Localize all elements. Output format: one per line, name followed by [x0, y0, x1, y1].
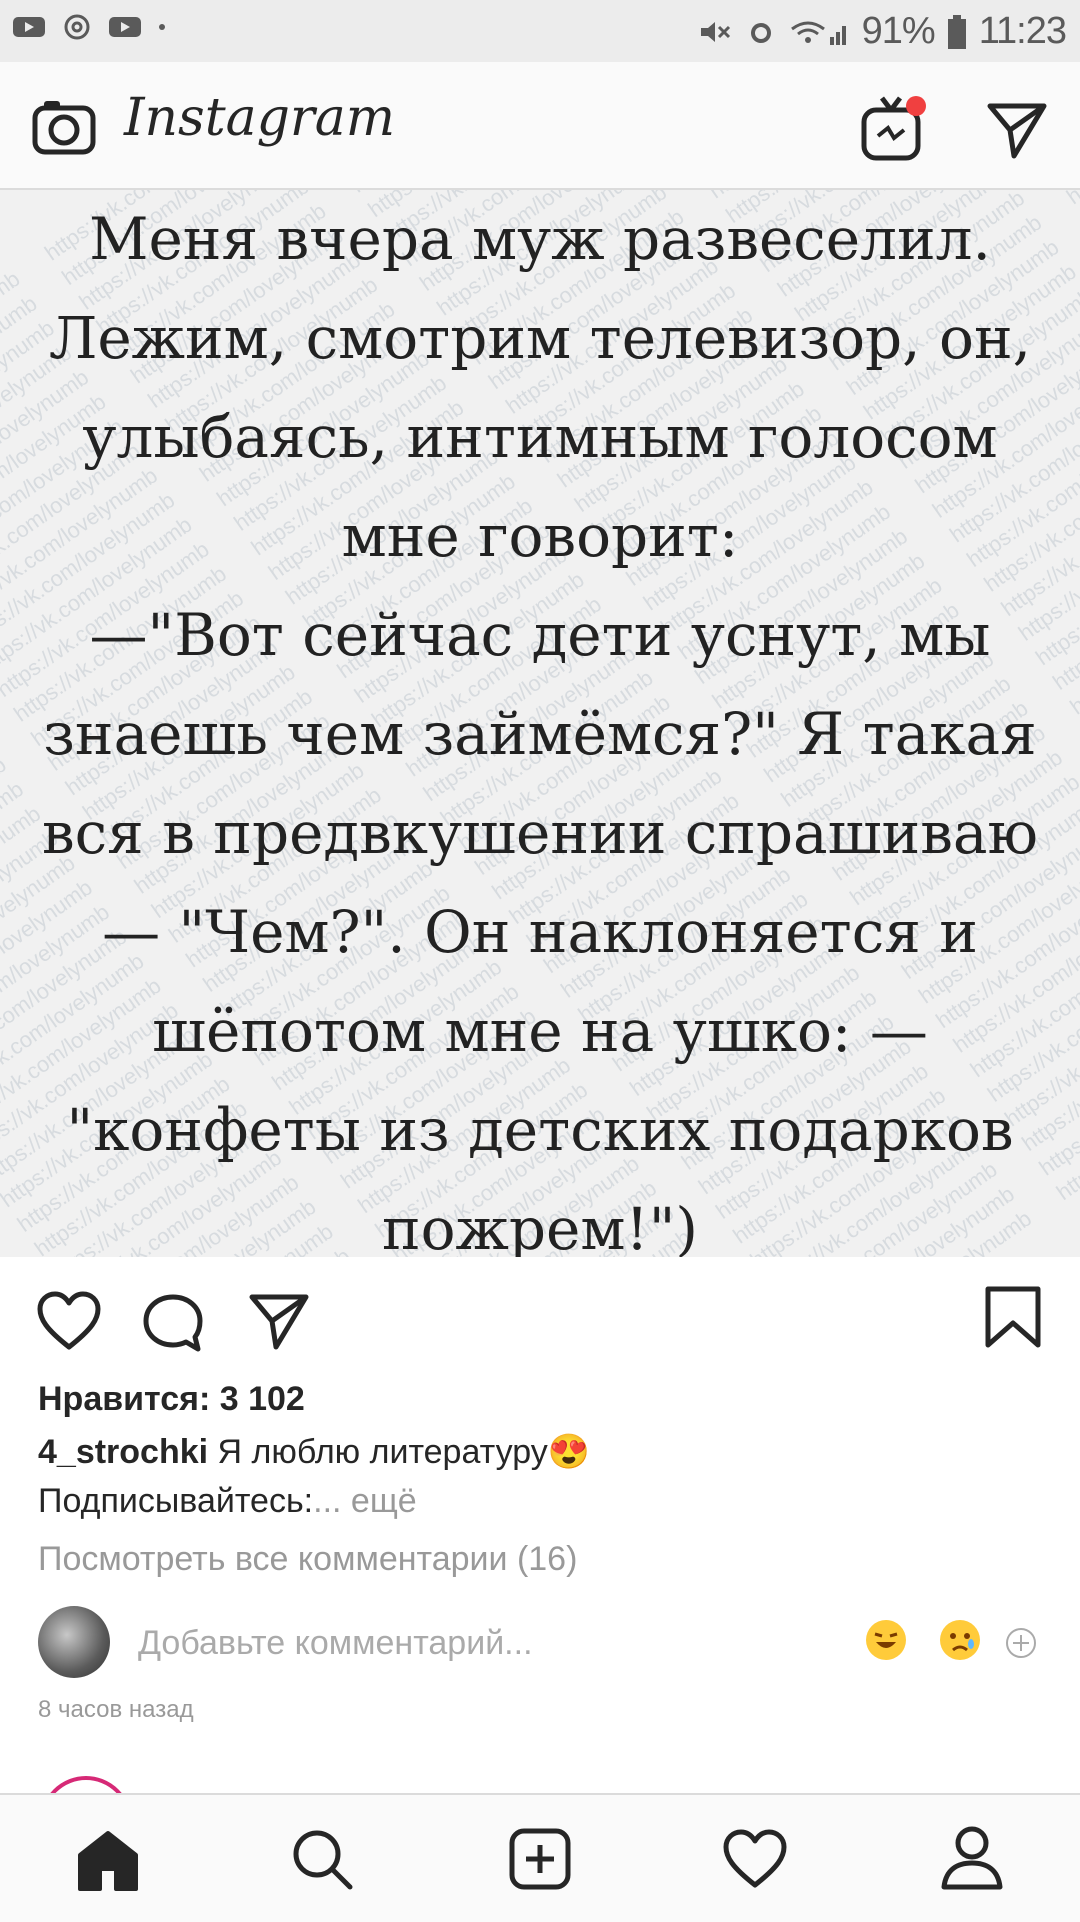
laughing-emoji-icon[interactable]	[866, 1620, 906, 1660]
post-timestamp: 8 часов назад	[38, 1696, 194, 1723]
igtv-icon[interactable]	[858, 92, 930, 164]
youtube-notification-icon	[13, 17, 45, 37]
post-text-line: знаешь чем займёмся?" Я такая	[43, 700, 1037, 768]
at-notification-icon	[64, 14, 90, 40]
youtube-notification-icon-2	[109, 17, 141, 37]
post-text-line: Меня вчера муж развеселил.	[89, 205, 991, 273]
post-text-line: шёпотом мне на ушко: —	[152, 997, 928, 1065]
instagram-logo: Instagram	[124, 88, 396, 148]
post-text-line: пожрем!")	[381, 1195, 699, 1257]
heart-icon[interactable]	[36, 1291, 102, 1351]
post-text-line: Лежим, смотрим телевизор, он,	[48, 304, 1032, 372]
mute-icon	[700, 21, 730, 42]
bookmark-icon[interactable]	[984, 1285, 1042, 1349]
caption: 4_strochki Я люблю литературу😍	[38, 1432, 590, 1472]
post-text-line: —"Вот сейчас дети уснут, мы	[89, 601, 991, 669]
status-left-icons	[12, 14, 168, 40]
caption-subscribe-text: Подписывайтесь:	[38, 1482, 314, 1520]
comment-icon[interactable]	[142, 1293, 204, 1353]
add-post-icon[interactable]	[508, 1827, 572, 1891]
battery-percent: 91%	[861, 10, 936, 52]
alarm-icon	[750, 22, 771, 43]
notification-dot	[906, 96, 926, 116]
battery-icon	[947, 14, 966, 49]
share-icon[interactable]	[248, 1289, 310, 1351]
more-notifications-dot-icon	[159, 24, 165, 30]
status-bar: 91% 11:23	[0, 0, 1080, 62]
post-text-line: мне говорит:	[341, 502, 739, 570]
post-image[interactable]: https://vk.com/lovelynumb https://vk.com…	[0, 190, 1080, 1257]
add-comment-input[interactable]: Добавьте комментарий...	[138, 1624, 533, 1663]
camera-icon[interactable]	[32, 98, 96, 156]
activity-heart-icon[interactable]	[722, 1829, 788, 1889]
wifi-signal-icon	[790, 21, 846, 45]
direct-send-icon[interactable]	[986, 98, 1048, 160]
bottom-navigation	[0, 1793, 1080, 1922]
add-emoji-icon[interactable]	[1004, 1626, 1038, 1660]
search-icon[interactable]	[290, 1827, 354, 1891]
post-image-text: Меня вчера муж развеселил. Лежим, смотрим…	[0, 190, 1080, 1257]
home-icon[interactable]	[76, 1829, 140, 1891]
caption-line-2: Подписывайтесь:... ещё	[38, 1482, 417, 1521]
caption-text: Я люблю литературу😍	[217, 1433, 591, 1471]
clock: 11:23	[978, 10, 1067, 52]
likes-count[interactable]: Нравится: 3 102	[38, 1380, 305, 1419]
post-text-line: — "Чем?". Он наклоняется и	[102, 898, 978, 966]
more-link[interactable]: ... ещё	[313, 1482, 417, 1520]
avatar[interactable]	[38, 1606, 110, 1678]
post-text-line: вся в предвкушении спрашиваю	[42, 799, 1038, 867]
profile-icon[interactable]	[940, 1825, 1004, 1891]
status-right: 91% 11:23	[698, 10, 1067, 53]
view-all-comments-link[interactable]: Посмотреть все комментарии (16)	[38, 1540, 577, 1579]
app-bar: Instagram	[0, 62, 1080, 190]
post-text-line: улыбаясь, интимным голосом	[82, 403, 998, 471]
post-actions	[0, 1257, 1080, 1382]
author-username[interactable]: 4_strochki	[38, 1433, 208, 1471]
crying-emoji-icon[interactable]	[940, 1620, 980, 1660]
post-text-line: "конфеты из детских подарков	[66, 1096, 1014, 1164]
